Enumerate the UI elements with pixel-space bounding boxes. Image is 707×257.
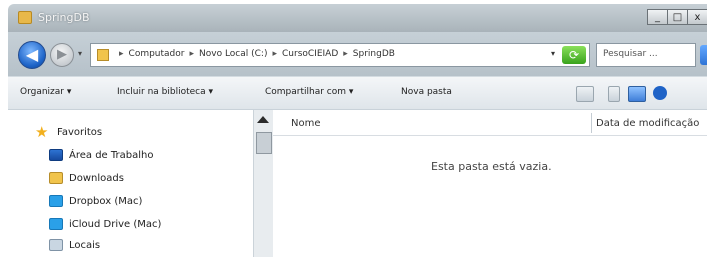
navigation-pane-scrollbar[interactable] (253, 110, 273, 257)
sidebar-item-icloud-drive[interactable]: iCloud Drive (Mac) (49, 218, 161, 230)
breadcrumb-separator-icon: ▸ (189, 49, 195, 59)
breadcrumb: ▸ Computador ▸ Novo Local (C:) ▸ CursoCI… (119, 49, 395, 59)
column-header-row: Nome Data de modificação (273, 110, 707, 136)
desktop-icon (49, 149, 63, 161)
sidebar-item-label: Área de Trabalho (69, 149, 154, 161)
command-toolbar: Organizar ▾ Incluir na biblioteca ▾ Comp… (8, 76, 707, 110)
view-options-icon[interactable] (576, 86, 594, 102)
folder-icon (18, 11, 32, 24)
breadcrumb-novo-local[interactable]: Novo Local (C:) (199, 49, 267, 59)
scroll-up-icon[interactable] (257, 116, 269, 123)
preview-pane-icon[interactable] (628, 86, 646, 102)
sidebar-item-downloads[interactable]: Downloads (49, 172, 124, 184)
column-header-date-modified[interactable]: Data de modificação (596, 118, 699, 129)
sidebar-item-label: iCloud Drive (Mac) (69, 218, 162, 230)
new-folder-button[interactable]: Nova pasta (401, 87, 452, 97)
sidebar-item-favoritos[interactable]: ★ Favoritos (35, 123, 103, 141)
title-bar: SpringDB _ □ x (8, 4, 707, 32)
file-list: Nome Data de modificação Esta pasta está… (273, 110, 707, 257)
dropbox-icon (49, 195, 63, 207)
downloads-folder-icon (49, 172, 63, 184)
sidebar-item-label: Dropbox (Mac) (69, 195, 143, 207)
sidebar-item-dropbox[interactable]: Dropbox (Mac) (49, 195, 142, 207)
address-folder-icon (97, 49, 109, 61)
help-icon[interactable] (653, 86, 667, 100)
sidebar-item-label: Locais (69, 239, 101, 251)
maximize-button[interactable]: □ (667, 9, 687, 25)
sidebar-item-label: Favoritos (57, 126, 103, 138)
window-controls: _ □ x (647, 9, 707, 25)
icloud-icon (49, 218, 63, 230)
sidebar-item-locais[interactable]: Locais (49, 239, 100, 251)
navigation-bar: ◀ ▶ ▾ ▸ Computador ▸ Novo Local (C:) ▸ C… (8, 32, 707, 76)
breadcrumb-cursocieiad[interactable]: CursoCIEIAD (282, 49, 338, 59)
empty-folder-message: Esta pasta está vazia. (431, 160, 552, 173)
sidebar-item-label: Downloads (69, 172, 124, 184)
breadcrumb-springdb[interactable]: SpringDB (353, 49, 395, 59)
places-icon (49, 239, 63, 251)
search-icon[interactable] (700, 45, 707, 65)
breadcrumb-separator-icon: ▸ (272, 49, 278, 59)
breadcrumb-computador[interactable]: Computador (129, 49, 185, 59)
refresh-icon[interactable]: ⟳ (562, 46, 586, 64)
forward-button[interactable]: ▶ (50, 43, 74, 67)
breadcrumb-separator-icon: ▸ (119, 49, 124, 59)
column-header-name[interactable]: Nome (291, 118, 321, 129)
address-dropdown-icon[interactable]: ▾ (551, 49, 555, 58)
back-button[interactable]: ◀ (18, 41, 46, 69)
navigation-pane: ★ Favoritos Área de Trabalho Downloads D… (8, 110, 253, 257)
search-input[interactable]: Pesquisar ... (596, 43, 696, 67)
recent-pages-dropdown-icon[interactable]: ▾ (78, 49, 82, 58)
address-bar[interactable]: ▸ Computador ▸ Novo Local (C:) ▸ CursoCI… (90, 43, 590, 67)
share-with-button[interactable]: Compartilhar com ▾ (265, 87, 353, 97)
window-title: SpringDB (38, 11, 90, 24)
sidebar-item-area-de-trabalho[interactable]: Área de Trabalho (49, 149, 153, 161)
organize-button[interactable]: Organizar ▾ (20, 87, 71, 97)
column-divider[interactable] (591, 113, 592, 133)
star-icon: ★ (35, 123, 49, 141)
minimize-button[interactable]: _ (647, 9, 667, 25)
include-in-library-button[interactable]: Incluir na biblioteca ▾ (117, 87, 213, 97)
chevron-down-icon[interactable] (608, 86, 620, 102)
scrollbar-thumb[interactable] (256, 132, 272, 154)
breadcrumb-separator-icon: ▸ (343, 49, 348, 59)
close-button[interactable]: x (687, 9, 707, 25)
